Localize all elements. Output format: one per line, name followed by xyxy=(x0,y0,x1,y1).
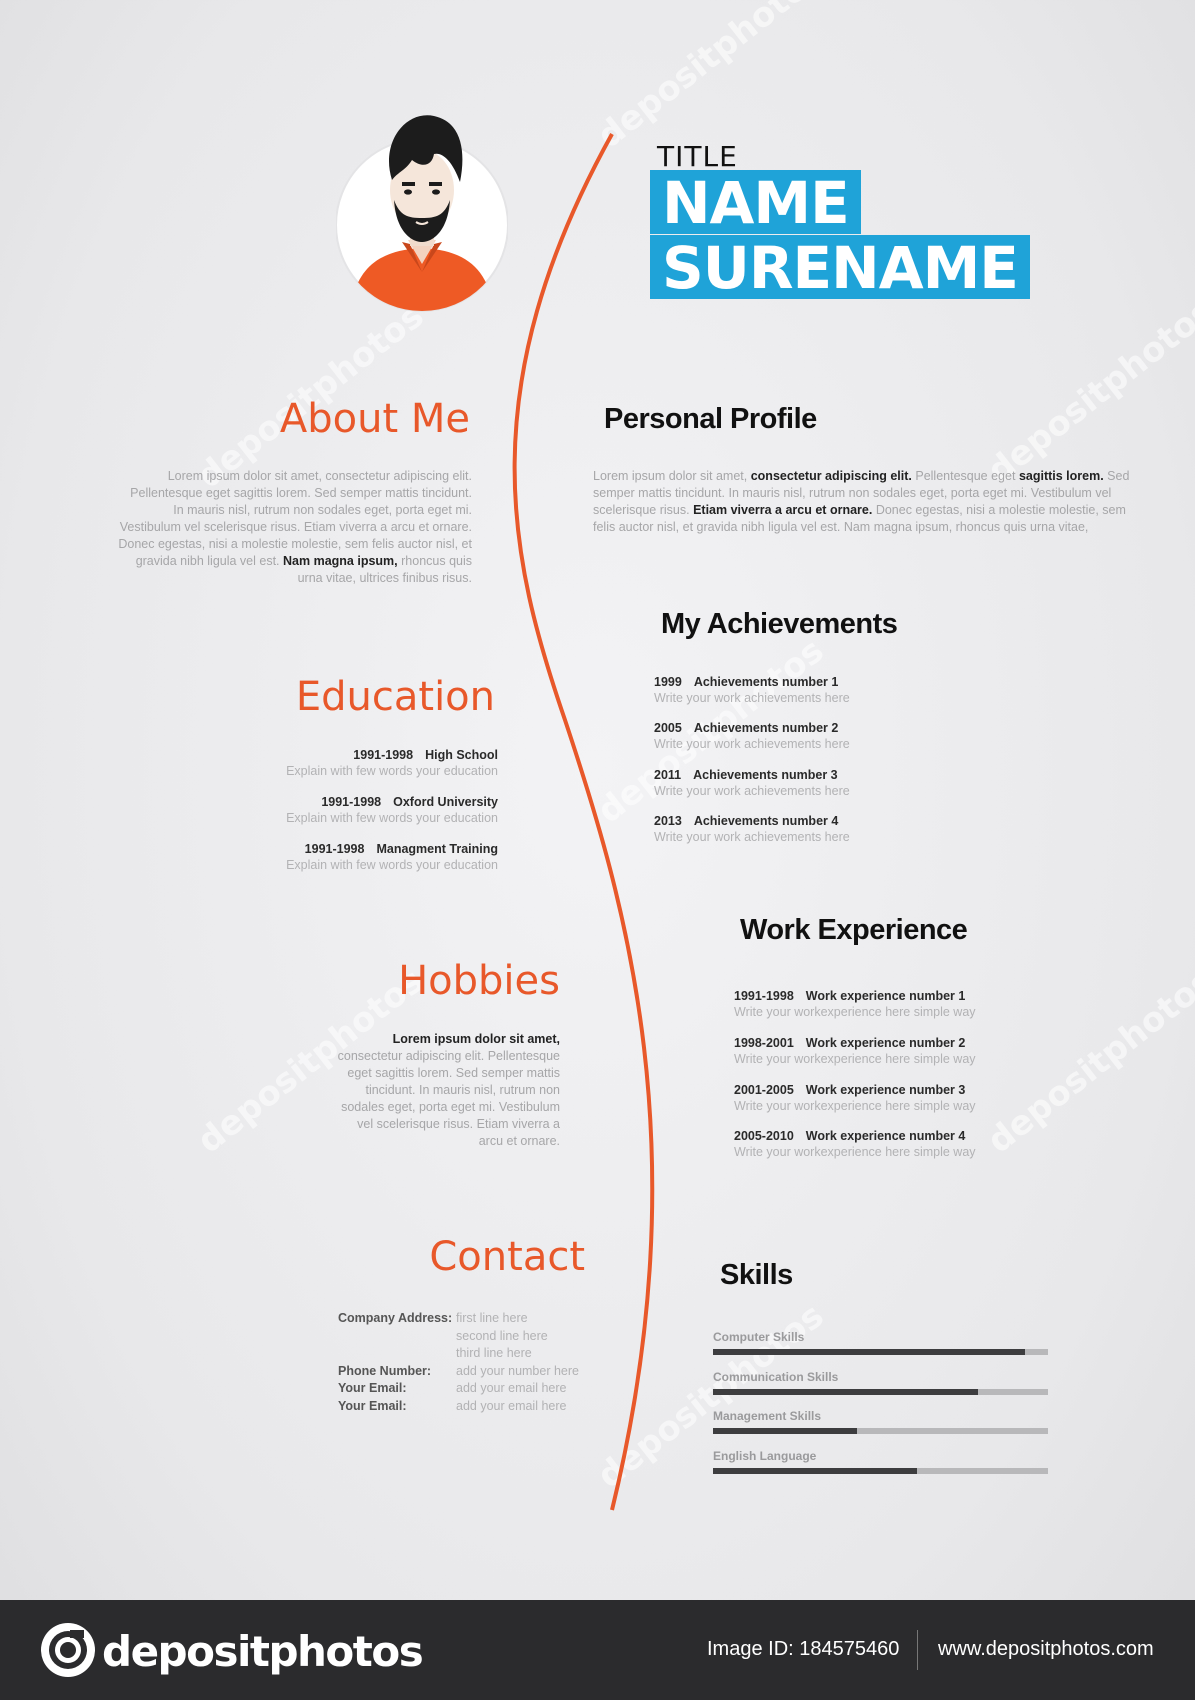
hobbies-heading: Hobbies xyxy=(398,958,560,1004)
skill-item: Computer Skills xyxy=(713,1330,1048,1355)
skill-item: English Language xyxy=(713,1449,1048,1474)
skill-bar xyxy=(713,1349,1048,1355)
education-item: 1991-1998 High School Explain with few wo… xyxy=(286,748,498,778)
achievement-item: 2011 Achievements number 3 Write your wor… xyxy=(654,768,850,798)
skill-bar xyxy=(713,1389,1048,1395)
contact-heading: Contact xyxy=(429,1234,585,1280)
footer-brand[interactable]: depositphotos xyxy=(102,1627,424,1676)
email-label: Your Email: xyxy=(338,1398,407,1413)
achievement-item: 2013 Achievements number 4 Write your wor… xyxy=(654,814,850,844)
skill-bar-fill xyxy=(713,1349,1025,1355)
email-label: Your Email: xyxy=(338,1381,407,1395)
contact-block: Company Address: first line here second l… xyxy=(338,1310,579,1415)
education-item: 1991-1998 Managment Training Explain with… xyxy=(286,842,498,872)
phone-label: Phone Number: xyxy=(338,1363,432,1378)
about-heading: About Me xyxy=(279,396,470,442)
work-item: 2001-2005 Work experience number 3 Write … xyxy=(734,1083,976,1113)
work-item: 1991-1998 Work experience number 1 Write … xyxy=(734,989,976,1019)
education-heading: Education xyxy=(295,674,495,720)
skill-bar xyxy=(713,1468,1048,1474)
phone-value: add your number here xyxy=(456,1363,579,1378)
email-value: add your email here xyxy=(456,1398,567,1413)
education-item: 1991-1998 Oxford University Explain with … xyxy=(286,795,498,825)
skill-bar-fill xyxy=(713,1468,918,1474)
achievements-heading: My Achievements xyxy=(661,608,898,640)
camera-logo-icon xyxy=(41,1623,95,1677)
email-value: add your email here xyxy=(456,1381,567,1395)
achievement-item: 2005 Achievements number 2 Write your wor… xyxy=(654,721,850,751)
image-id-label: Image ID: 184575460 xyxy=(707,1638,900,1660)
skills-heading: Skills xyxy=(720,1259,793,1291)
hobbies-text: Lorem ipsum dolor sit amet, consectetur … xyxy=(337,1032,560,1148)
skill-bar-fill xyxy=(713,1428,858,1434)
avatar xyxy=(336,115,508,312)
about-text: Lorem ipsum dolor sit amet, consectetur … xyxy=(118,468,472,587)
footer-divider xyxy=(917,1630,918,1670)
surename-heading: SURENAME xyxy=(650,235,1030,299)
footer-url-link[interactable]: www.depositphotos.com xyxy=(938,1638,1154,1661)
address-label: Company Address: xyxy=(338,1311,453,1325)
profile-heading: Personal Profile xyxy=(604,403,817,435)
skill-bar xyxy=(713,1428,1048,1434)
work-item: 1998-2001 Work experience number 2 Write … xyxy=(734,1036,976,1066)
achievement-item: 1999 Achievements number 1 Write your wor… xyxy=(654,675,850,705)
about-text-bold: Nam magna ipsum, xyxy=(283,554,398,568)
name-heading: NAME xyxy=(650,170,861,234)
work-item: 2005-2010 Work experience number 4 Write … xyxy=(734,1129,976,1159)
skill-item: Communication Skills xyxy=(713,1370,1048,1395)
skill-item: Management Skills xyxy=(713,1409,1048,1434)
profile-text: Lorem ipsum dolor sit amet, consectetur … xyxy=(593,469,1130,534)
skill-bar-fill xyxy=(713,1389,978,1395)
work-heading: Work Experience xyxy=(740,914,968,946)
